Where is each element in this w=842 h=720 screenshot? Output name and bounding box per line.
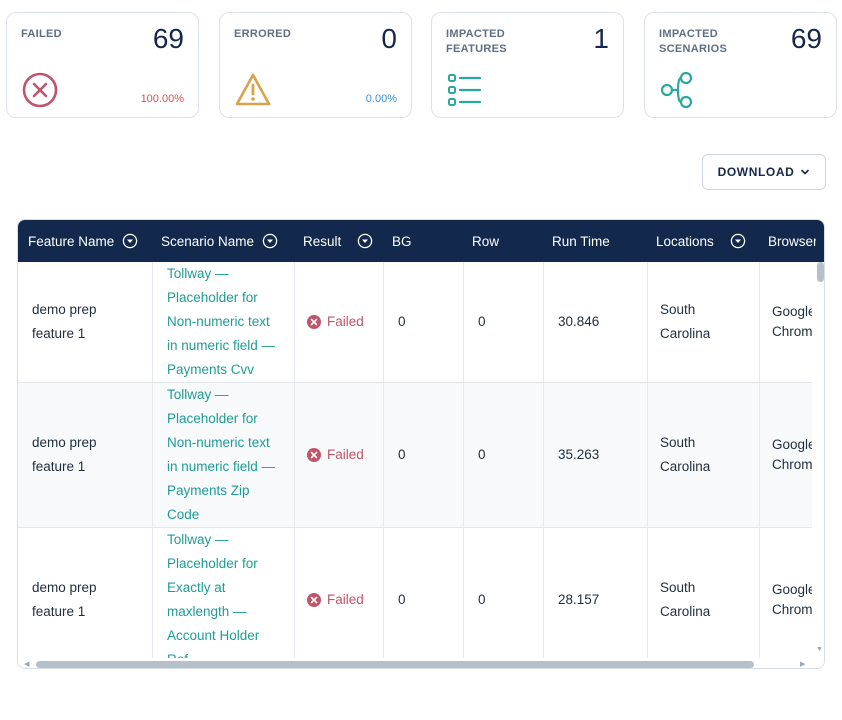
column-menu-icon[interactable] [122,233,138,249]
vertical-scrollbar[interactable]: ▼ [814,262,824,658]
cell-result: Failed [295,383,384,527]
column-header-result[interactable]: Result [303,220,373,262]
cell-result: Failed [295,528,384,658]
scenario-link[interactable]: Tollway — Placeholder for Exactly at maxle… [153,528,295,658]
list-icon [448,74,482,106]
column-header-feature-name[interactable]: Feature Name [28,220,138,262]
download-button[interactable]: DOWNLOAD [702,154,826,190]
cell-bg: 0 [384,528,464,658]
column-header-label: BG [392,233,412,249]
cell-location: South Carolina [648,528,760,658]
status-badge: Failed [307,443,364,467]
warning-icon [235,73,271,106]
column-header-label: Row [472,233,500,249]
cell-bg: 0 [384,262,464,382]
horizontal-scrollbar[interactable]: ◀ ▶ [18,658,824,668]
card-label: IMPACTED SCENARIOS [659,28,728,55]
share-nodes-icon [660,71,693,109]
cell-run-time: 30.846 [544,262,648,382]
chevron-down-icon [801,169,810,175]
column-header-locations[interactable]: Locations [656,220,746,262]
card-value: 1 [593,23,609,54]
column-header-label: Feature Name [28,233,115,249]
card-value: 69 [790,23,822,54]
cell-result: Failed [295,262,384,382]
cell-browser: GoogleChrome [772,304,812,339]
cell-row: 0 [464,528,544,658]
table-row[interactable]: demo prep feature 1 Tollway — Placeholder … [18,383,812,528]
cell-bg: 0 [384,383,464,527]
impacted-features-card: IMPACTED FEATURES 1 [431,12,624,118]
column-header-browser[interactable]: Browser [768,220,816,262]
download-button-label: DOWNLOAD [717,165,795,179]
x-circle-icon [307,315,321,329]
x-circle-icon [307,593,321,607]
scenario-link[interactable]: Tollway — Placeholder for Non-numeric tex… [153,262,295,382]
card-label: IMPACTED FEATURES [446,28,507,55]
card-label: FAILED [21,28,62,40]
column-menu-icon[interactable] [730,233,746,249]
cell-browser: GoogleChrome [772,437,812,472]
table-header: Feature Name Scenario Name Result BG Row… [18,220,824,262]
column-menu-icon[interactable] [357,233,373,249]
status-badge: Failed [307,588,364,612]
card-value: 69 [152,23,184,54]
table-row[interactable]: demo prep feature 1 Tollway — Placeholder … [18,528,812,658]
scroll-down-icon[interactable]: ▼ [816,646,823,653]
cell-feature-name: demo prep feature 1 [18,262,153,382]
horizontal-scrollbar-thumb[interactable] [36,661,754,668]
card-label: ERRORED [234,28,292,40]
column-header-label: Run Time [552,233,610,249]
cell-run-time: 35.263 [544,383,648,527]
table-body: demo prep feature 1 Tollway — Placeholder … [18,262,812,658]
scroll-right-icon[interactable]: ▶ [800,660,805,668]
card-percentage: 100.00% [140,93,184,105]
impacted-scenarios-card: IMPACTED SCENARIOS 69 [644,12,837,118]
scenario-link[interactable]: Tollway — Placeholder for Non-numeric tex… [153,383,295,527]
cell-row: 0 [464,262,544,382]
cell-feature-name: demo prep feature 1 [18,383,153,527]
x-circle-icon [22,72,58,108]
x-circle-icon [307,448,321,462]
results-table: Feature Name Scenario Name Result BG Row… [17,219,825,669]
cell-row: 0 [464,383,544,527]
scroll-left-icon[interactable]: ◀ [24,660,29,668]
errored-card: ERRORED 0 0.00% [219,12,412,118]
cell-browser: GoogleChrome [772,582,812,617]
cell-run-time: 28.157 [544,528,648,658]
vertical-scrollbar-thumb[interactable] [817,262,824,282]
column-header-run-time[interactable]: Run Time [552,220,610,262]
column-header-label: Scenario Name [161,233,255,249]
column-header-label: Browser [768,233,816,249]
status-badge: Failed [307,310,364,334]
column-header-bg[interactable]: BG [392,220,412,262]
cell-location: South Carolina [648,383,760,527]
column-header-scenario-name[interactable]: Scenario Name [161,220,278,262]
card-value: 0 [381,23,397,54]
card-percentage: 0.00% [365,93,397,105]
table-row[interactable]: demo prep feature 1 Tollway — Placeholder … [18,262,812,383]
column-header-label: Result [303,233,342,249]
failed-card: FAILED 69 100.00% [6,12,199,118]
column-header-label: Locations [656,233,714,249]
column-header-row[interactable]: Row [472,220,499,262]
column-menu-icon[interactable] [262,233,278,249]
cell-feature-name: demo prep feature 1 [18,528,153,658]
cell-location: South Carolina [648,262,760,382]
